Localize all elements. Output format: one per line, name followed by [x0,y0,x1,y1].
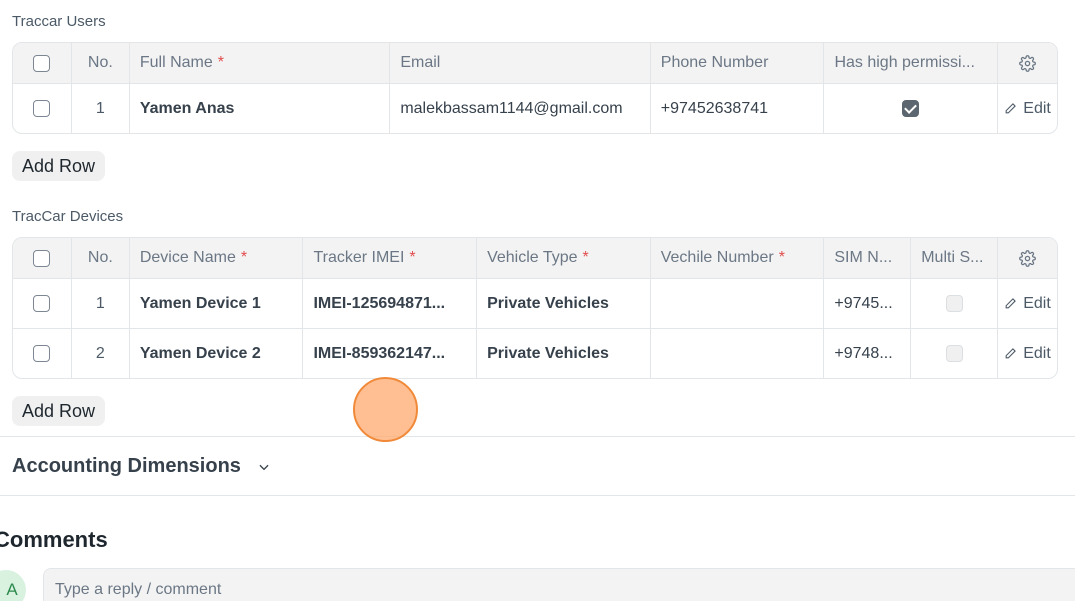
row-checkbox-cell[interactable] [13,84,71,133]
section-divider [0,495,1075,496]
vehicle-type-cell[interactable]: Private Vehicles [476,329,650,378]
edit-button[interactable]: Edit [1004,345,1051,363]
table-row[interactable]: 1 Yamen Anas malekbassam1144@gmail.com +… [13,83,1057,133]
comment-input[interactable]: Type a reply / comment [43,568,1075,601]
traccar-devices-label: TracCar Devices [12,208,124,225]
table-row[interactable]: 2 Yamen Device 2 IMEI-859362147... Priva… [13,328,1057,378]
row-checkbox[interactable] [33,295,51,312]
row-edit-cell[interactable]: Edit [997,279,1057,328]
gear-icon[interactable] [1019,249,1036,267]
col-header-sim-number[interactable]: SIM N... [823,238,910,278]
select-all-checkbox-cell[interactable] [13,238,71,278]
col-header-vehicle-type[interactable]: Vehicle Type * [476,238,650,278]
section-divider [0,436,1075,437]
row-checkbox-cell[interactable] [13,279,71,328]
col-header-multi-select[interactable]: Multi S... [910,238,997,278]
has-high-permission-cell[interactable] [823,84,997,133]
select-all-checkbox[interactable] [33,54,51,72]
col-header-vehicle-number[interactable]: Vechile Number * [649,238,824,278]
accounting-dimensions-title: Accounting Dimensions [12,455,241,477]
edit-button[interactable]: Edit [1004,100,1051,118]
full-name-cell[interactable]: Yamen Anas [128,84,389,133]
device-name-cell[interactable]: Yamen Device 2 [128,329,303,378]
add-row-button[interactable]: Add Row [12,396,106,426]
vehicle-number-cell[interactable] [649,329,824,378]
select-all-checkbox[interactable] [33,249,51,267]
multi-select-checkbox[interactable] [945,295,963,312]
accounting-dimensions-toggle[interactable]: Accounting Dimensions [12,455,271,478]
col-header-device-name[interactable]: Device Name * [128,238,303,278]
col-header-has-high-permission[interactable]: Has high permissi... [823,43,997,83]
sim-number-cell[interactable]: +9748... [823,329,910,378]
multi-select-checkbox[interactable] [945,345,963,362]
gear-icon[interactable] [1019,54,1036,72]
avatar: A [0,570,26,601]
col-header-no: No. [70,238,129,278]
phone-cell[interactable]: +97452638741 [649,84,824,133]
edit-button[interactable]: Edit [1004,295,1051,313]
select-all-checkbox-cell[interactable] [13,43,71,83]
email-cell[interactable]: malekbassam1144@gmail.com [389,84,649,133]
col-header-full-name[interactable]: Full Name * [128,43,389,83]
row-checkbox-cell[interactable] [13,329,71,378]
row-number: 1 [70,84,129,133]
chevron-down-icon [259,464,269,470]
vehicle-type-cell[interactable]: Private Vehicles [476,279,650,328]
row-edit-cell[interactable]: Edit [997,84,1057,133]
grid-settings-button[interactable] [997,238,1057,278]
device-name-cell[interactable]: Yamen Device 1 [128,279,303,328]
tracker-imei-cell[interactable]: IMEI-125694871... [302,279,476,328]
col-header-phone[interactable]: Phone Number [649,43,824,83]
col-header-email[interactable]: Email [389,43,649,83]
col-header-no: No. [70,43,129,83]
row-number: 1 [70,279,129,328]
col-header-tracker-imei[interactable]: Tracker IMEI * [302,238,476,278]
table-row[interactable]: 1 Yamen Device 1 IMEI-125694871... Priva… [13,278,1057,328]
comments-title: Comments [0,527,108,552]
multi-select-cell[interactable] [910,279,997,328]
row-checkbox[interactable] [33,345,51,362]
multi-select-cell[interactable] [910,329,997,378]
row-number: 2 [70,329,129,378]
pencil-icon [1005,103,1017,114]
add-row-button[interactable]: Add Row [12,151,106,181]
grid-header-row: No. Full Name * Email Phone Number Has hi… [13,43,1057,83]
pencil-icon [1005,348,1017,359]
tracker-imei-cell[interactable]: IMEI-859362147... [302,329,476,378]
row-checkbox[interactable] [33,100,51,117]
has-high-permission-checkbox[interactable] [902,100,920,117]
sim-number-cell[interactable]: +9745... [823,279,910,328]
traccar-users-grid: No. Full Name * Email Phone Number Has hi… [12,42,1058,134]
traccar-users-label: Traccar Users [12,13,106,30]
grid-settings-button[interactable] [997,43,1057,83]
vehicle-number-cell[interactable] [649,279,824,328]
grid-header-row: No. Device Name * Tracker IMEI * Vehicle T… [13,238,1057,278]
click-indicator [353,377,418,442]
pencil-icon [1005,298,1017,309]
traccar-devices-grid: No. Device Name * Tracker IMEI * Vehicle T… [12,237,1058,379]
row-edit-cell[interactable]: Edit [997,329,1057,378]
